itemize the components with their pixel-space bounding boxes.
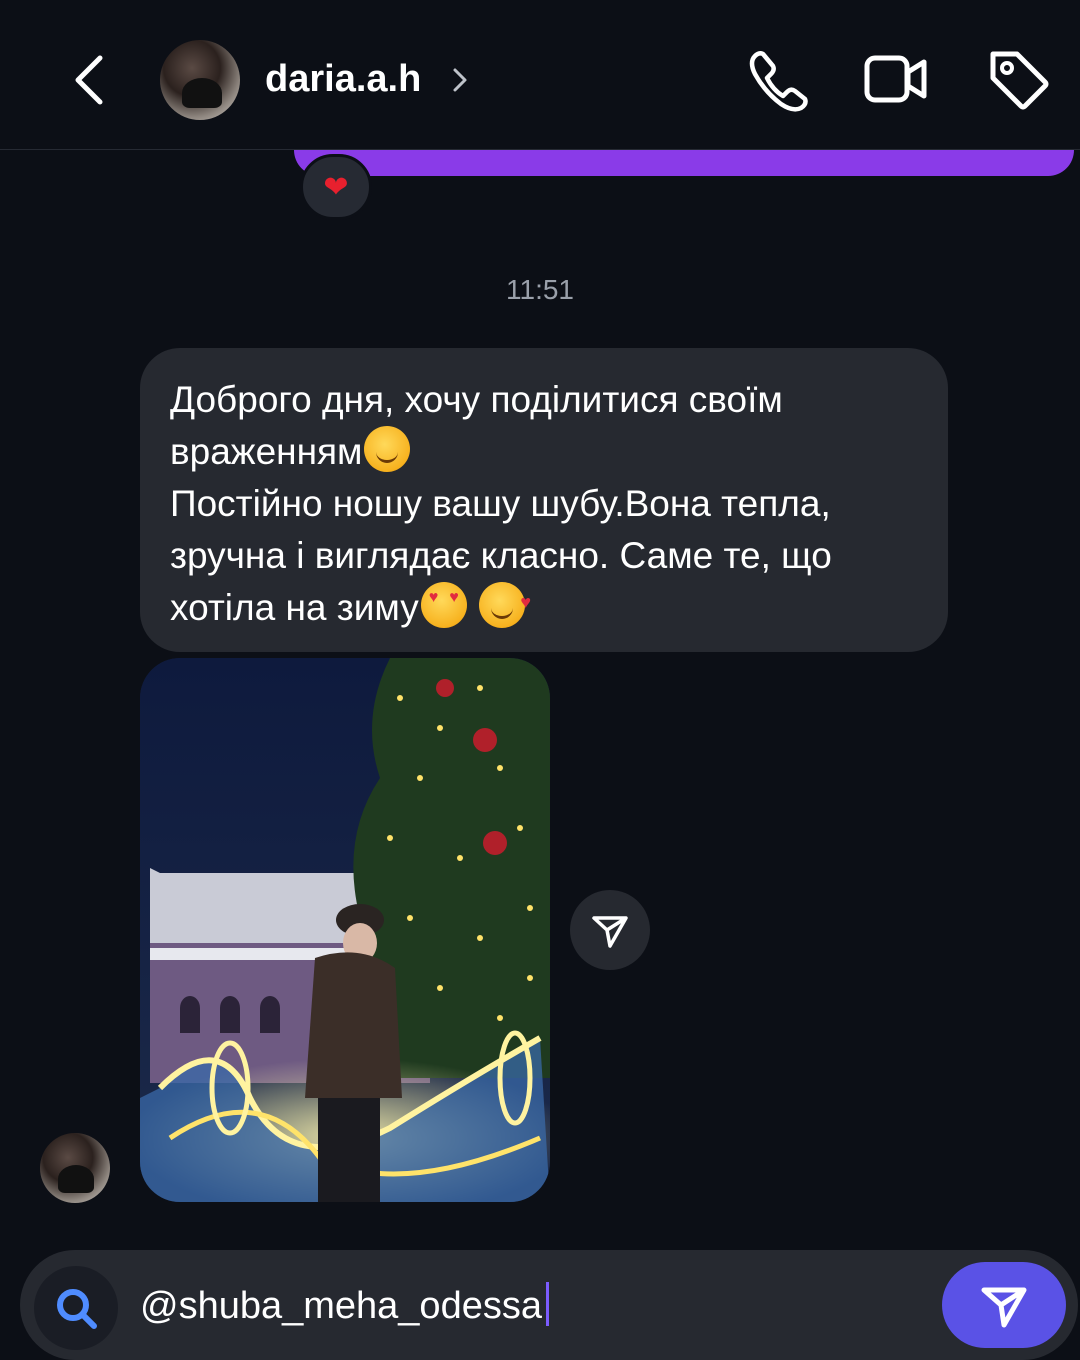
chat-header: daria.a.h	[0, 0, 1080, 150]
video-icon[interactable]	[862, 46, 928, 112]
message-line: хотіла на зиму	[170, 576, 918, 634]
search-button[interactable]	[34, 1266, 118, 1350]
send-button[interactable]	[942, 1262, 1066, 1348]
sender-avatar[interactable]	[40, 1133, 110, 1203]
contact-avatar[interactable]	[160, 40, 240, 120]
phone-icon[interactable]	[745, 46, 811, 112]
message-line: Доброго дня, хочу поділитися своїм	[170, 379, 783, 420]
shared-photo[interactable]	[140, 658, 550, 1202]
previous-sent-message[interactable]	[294, 150, 1074, 176]
message-timestamp: 11:51	[506, 274, 574, 305]
share-icon	[592, 916, 628, 948]
back-icon[interactable]	[60, 50, 120, 110]
christmas-photo-image	[140, 658, 550, 1202]
share-button[interactable]	[570, 890, 650, 970]
relieved-face-emoji-icon	[364, 426, 411, 472]
send-icon	[981, 1287, 1027, 1328]
message-input[interactable]: @shuba_meha_odessa	[140, 1282, 900, 1327]
heart-eyes-emoji-icon	[420, 582, 467, 628]
heart-reaction[interactable]: ❤	[300, 154, 372, 220]
received-message-bubble[interactable]: Доброго дня, хочу поділитися своїм враже…	[140, 348, 948, 652]
message-line: зручна і виглядає класно. Саме те, що	[170, 535, 832, 576]
message-line: Постійно ношу вашу шубу.Вона тепла,	[170, 483, 831, 524]
chevron-right-icon[interactable]	[448, 62, 472, 98]
tag-icon[interactable]	[985, 46, 1051, 112]
text-caret	[545, 1282, 549, 1326]
search-icon	[57, 1289, 97, 1329]
heart-icon: ❤	[323, 170, 349, 204]
smiling-face-with-hearts-emoji-icon	[479, 576, 531, 628]
message-line: враженням	[170, 426, 918, 478]
contact-username[interactable]: daria.a.h	[265, 58, 421, 101]
message-composer: @shuba_meha_odessa	[20, 1250, 1078, 1360]
